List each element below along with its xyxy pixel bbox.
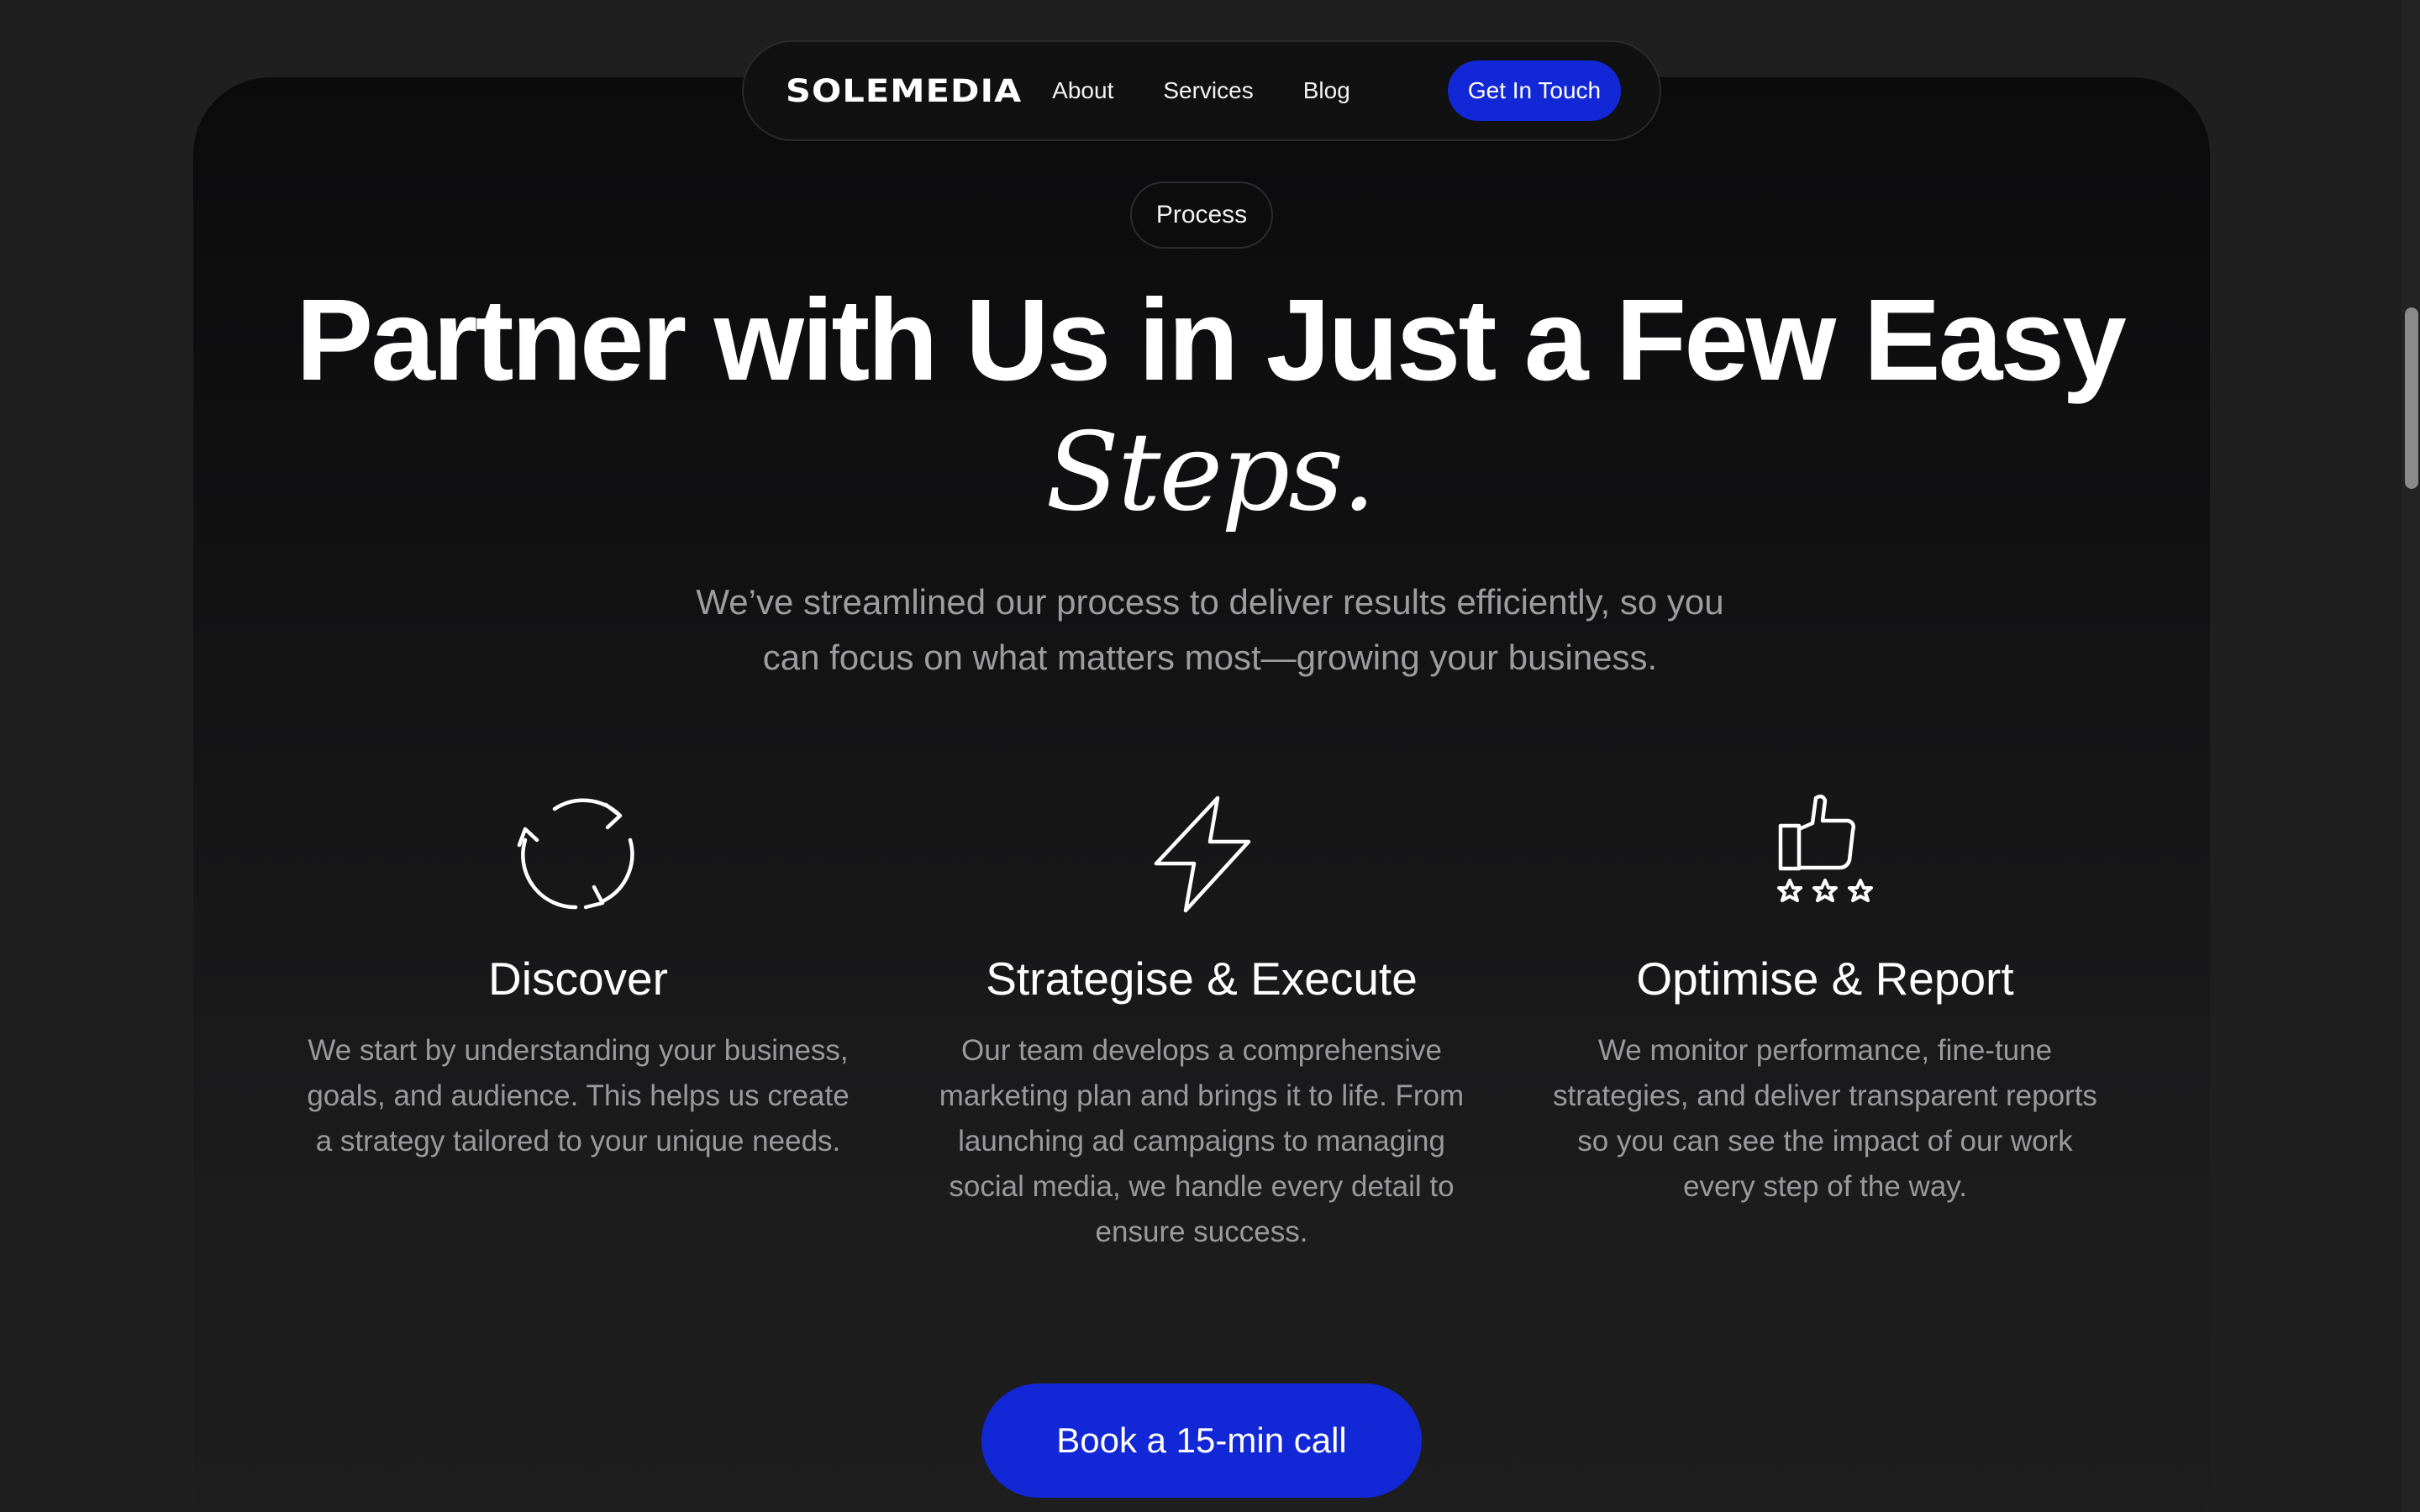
step-description: We start by understanding your business,… (307, 1034, 850, 1158)
step-strategise-execute: Strategise & Execute Our team develops a… (891, 790, 1512, 1255)
step-description: We monitor performance, fine-tune strate… (1553, 1034, 2097, 1203)
refresh-cycle-icon (517, 798, 634, 910)
scrollbar-thumb[interactable] (2405, 307, 2418, 489)
logo[interactable]: SOLEMEDIA (786, 73, 1022, 109)
thumbs-up-stars-icon (1777, 794, 1873, 902)
top-navigation: SOLEMEDIA About Services Blog Get In Tou… (742, 40, 1661, 141)
nav-link-about[interactable]: About (1052, 77, 1113, 104)
scrollbar-track[interactable] (2402, 0, 2420, 1512)
section-label: Process (1130, 181, 1273, 249)
lightning-bolt-icon (1154, 795, 1251, 913)
nav-link-services[interactable]: Services (1163, 77, 1253, 104)
headline: Partner with Us in Just a Few Easy (296, 276, 2127, 405)
book-call-button[interactable]: Book a 15-min call (981, 1383, 1422, 1498)
step-title: Discover (488, 953, 668, 1005)
subheading: We’ve streamlined our process to deliver… (696, 582, 1724, 677)
headline-italic: Steps. (1045, 410, 1376, 535)
step-title: Optimise & Report (1636, 953, 2014, 1005)
step-optimise-report: Optimise & Report We monitor performance… (1514, 790, 2136, 1210)
get-in-touch-button[interactable]: Get In Touch (1448, 60, 1621, 121)
step-description: Our team develops a comprehensive market… (939, 1034, 1465, 1248)
nav-link-blog[interactable]: Blog (1303, 77, 1350, 104)
step-title: Strategise & Execute (986, 953, 1418, 1005)
page: SOLEMEDIA About Services Blog Get In Tou… (0, 0, 2420, 1512)
step-discover: Discover We start by understanding your … (267, 790, 889, 1164)
